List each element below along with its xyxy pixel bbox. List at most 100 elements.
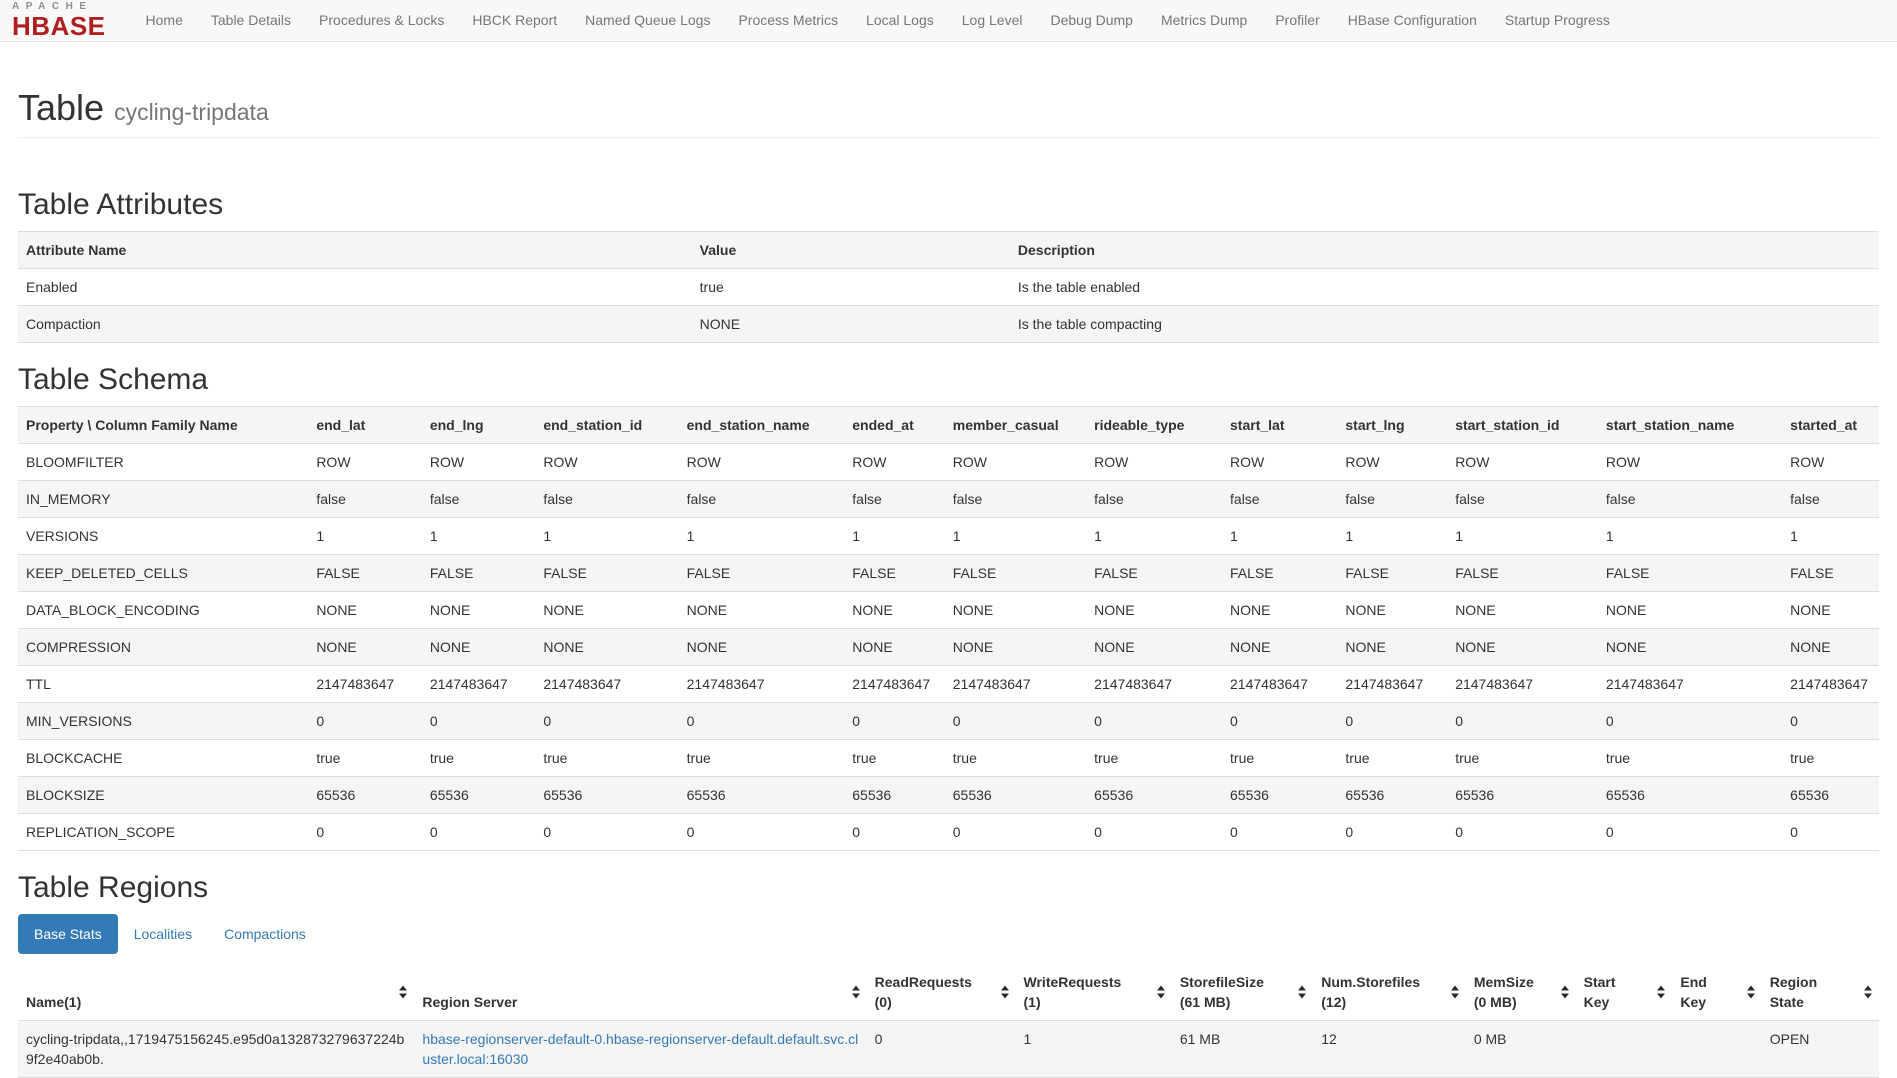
sort-icon[interactable] — [1001, 985, 1009, 998]
regions-column-label: Start — [1584, 974, 1616, 990]
regions-column-header-startkey[interactable]: StartKey — [1576, 964, 1673, 1021]
region-name: cycling-tripdata,,1719475156245.e95d0a13… — [18, 1020, 414, 1077]
schema-heading: Table Schema — [18, 363, 1879, 396]
schema-property-value: FALSE — [1782, 554, 1879, 591]
regions-column-header-memsize-0-mb[interactable]: MemSize(0 MB) — [1466, 964, 1576, 1021]
schema-property-value: 65536 — [844, 776, 944, 813]
schema-property-value: 0 — [1782, 702, 1879, 739]
schema-property-value: true — [679, 739, 845, 776]
schema-property-name: BLOCKSIZE — [18, 776, 308, 813]
schema-property-value: 0 — [535, 702, 678, 739]
nav-item-table-details[interactable]: Table Details — [197, 0, 305, 42]
region-server-link[interactable]: hbase-regionserver-default-0.hbase-regio… — [422, 1031, 858, 1067]
regions-tabs: Base StatsLocalitiesCompactions — [18, 914, 1879, 954]
nav-item-process-metrics[interactable]: Process Metrics — [724, 0, 852, 42]
schema-property-name: MIN_VERSIONS — [18, 702, 308, 739]
nav-item-debug-dump[interactable]: Debug Dump — [1036, 0, 1147, 42]
nav-item-profiler[interactable]: Profiler — [1261, 0, 1333, 42]
hbase-logo[interactable]: APACHE HBASE — [8, 0, 110, 41]
schema-property-value: 65536 — [1222, 776, 1337, 813]
region-mem-size: 0 MB — [1466, 1020, 1576, 1077]
schema-property-value: 0 — [945, 813, 1086, 850]
schema-property-value: 1 — [844, 517, 944, 554]
tab-base-stats[interactable]: Base Stats — [18, 914, 118, 954]
attribute-row: CompactionNONEIs the table compacting — [18, 305, 1879, 342]
schema-property-value: 65536 — [422, 776, 536, 813]
attributes-column-header: Attribute Name — [18, 231, 692, 268]
nav-item-hbase-configuration[interactable]: HBase Configuration — [1334, 0, 1491, 42]
schema-property-value: FALSE — [945, 554, 1086, 591]
schema-property-value: ROW — [535, 443, 678, 480]
sort-up-arrow — [1657, 985, 1665, 990]
schema-property-value: 0 — [1447, 702, 1598, 739]
schema-row-data-block-encoding: DATA_BLOCK_ENCODINGNONENONENONENONENONEN… — [18, 591, 1879, 628]
regions-column-label: Name(1) — [26, 994, 81, 1010]
nav-item-procedures-locks[interactable]: Procedures & Locks — [305, 0, 458, 42]
nav-item-named-queue-logs[interactable]: Named Queue Logs — [571, 0, 724, 42]
schema-header-row: Property \ Column Family Nameend_latend_… — [18, 406, 1879, 443]
schema-property-value: NONE — [679, 628, 845, 665]
sort-icon[interactable] — [1561, 985, 1569, 998]
schema-property-value: 0 — [1086, 702, 1222, 739]
sort-icon[interactable] — [1864, 985, 1872, 998]
schema-property-value: NONE — [1782, 628, 1879, 665]
nav-item-metrics-dump[interactable]: Metrics Dump — [1147, 0, 1261, 42]
regions-column-header-storefilesize-61-mb[interactable]: StorefileSize(61 MB) — [1172, 964, 1313, 1021]
nav-item-hbck-report[interactable]: HBCK Report — [458, 0, 571, 42]
tab-compactions[interactable]: Compactions — [208, 914, 322, 954]
sort-icon[interactable] — [1657, 985, 1665, 998]
regions-column-label: MemSize — [1474, 974, 1534, 990]
schema-property-name: REPLICATION_SCOPE — [18, 813, 308, 850]
schema-property-value: 0 — [1086, 813, 1222, 850]
schema-property-value: true — [1086, 739, 1222, 776]
schema-property-name: KEEP_DELETED_CELLS — [18, 554, 308, 591]
schema-property-value: NONE — [1447, 591, 1598, 628]
schema-table-body: Property \ Column Family Nameend_latend_… — [18, 406, 1879, 850]
schema-property-value: 0 — [679, 702, 845, 739]
regions-column-header-endkey[interactable]: EndKey — [1672, 964, 1761, 1021]
regions-column-header-region-server[interactable]: Region Server — [414, 964, 866, 1021]
schema-property-value: 2147483647 — [1598, 665, 1782, 702]
attribute-description: Is the table compacting — [1010, 305, 1879, 342]
schema-property-value: true — [844, 739, 944, 776]
schema-property-value: 0 — [1598, 702, 1782, 739]
regions-header-row: Name(1) Region ServerReadRequests(0)Write… — [18, 964, 1879, 1021]
schema-row-keep-deleted-cells: KEEP_DELETED_CELLSFALSEFALSEFALSEFALSEFA… — [18, 554, 1879, 591]
schema-row-in-memory: IN_MEMORYfalsefalsefalsefalsefalsefalsef… — [18, 480, 1879, 517]
schema-property-name: BLOCKCACHE — [18, 739, 308, 776]
nav-item-home[interactable]: Home — [132, 0, 197, 42]
sort-down-arrow — [1157, 993, 1165, 998]
schema-property-value: NONE — [945, 591, 1086, 628]
sort-up-arrow — [1157, 985, 1165, 990]
schema-property-value: 65536 — [1337, 776, 1447, 813]
schema-property-value: 0 — [1782, 813, 1879, 850]
schema-property-value: FALSE — [679, 554, 845, 591]
regions-column-header-readrequests-0[interactable]: ReadRequests(0) — [867, 964, 1016, 1021]
regions-column-header-num-storefiles-12[interactable]: Num.Storefiles(12) — [1313, 964, 1466, 1021]
sort-up-arrow — [1001, 985, 1009, 990]
schema-property-name: TTL — [18, 665, 308, 702]
schema-property-value: 65536 — [535, 776, 678, 813]
regions-column-header-name-1[interactable]: Name(1) — [18, 964, 414, 1021]
sort-icon[interactable] — [399, 985, 407, 998]
nav-item-log-level[interactable]: Log Level — [948, 0, 1037, 42]
regions-column-header-regionstate[interactable]: RegionState — [1762, 964, 1879, 1021]
schema-column-family-ended-at: ended_at — [844, 406, 944, 443]
sort-icon[interactable] — [852, 985, 860, 998]
nav-item-local-logs[interactable]: Local Logs — [852, 0, 948, 42]
schema-property-value: 0 — [422, 702, 536, 739]
tab-localities[interactable]: Localities — [118, 914, 208, 954]
schema-property-value: 1 — [1086, 517, 1222, 554]
schema-property-value: NONE — [422, 628, 536, 665]
sort-icon[interactable] — [1451, 985, 1459, 998]
schema-property-value: 65536 — [1086, 776, 1222, 813]
schema-property-value: NONE — [1598, 591, 1782, 628]
sort-down-arrow — [1864, 993, 1872, 998]
nav-item-startup-progress[interactable]: Startup Progress — [1491, 0, 1624, 42]
sort-icon[interactable] — [1157, 985, 1165, 998]
regions-column-label: StorefileSize — [1180, 974, 1264, 990]
sort-icon[interactable] — [1747, 985, 1755, 998]
attributes-table: Attribute NameValueDescriptionEnabledtru… — [18, 231, 1879, 343]
regions-column-header-writerequests-1[interactable]: WriteRequests(1) — [1016, 964, 1172, 1021]
sort-icon[interactable] — [1298, 985, 1306, 998]
